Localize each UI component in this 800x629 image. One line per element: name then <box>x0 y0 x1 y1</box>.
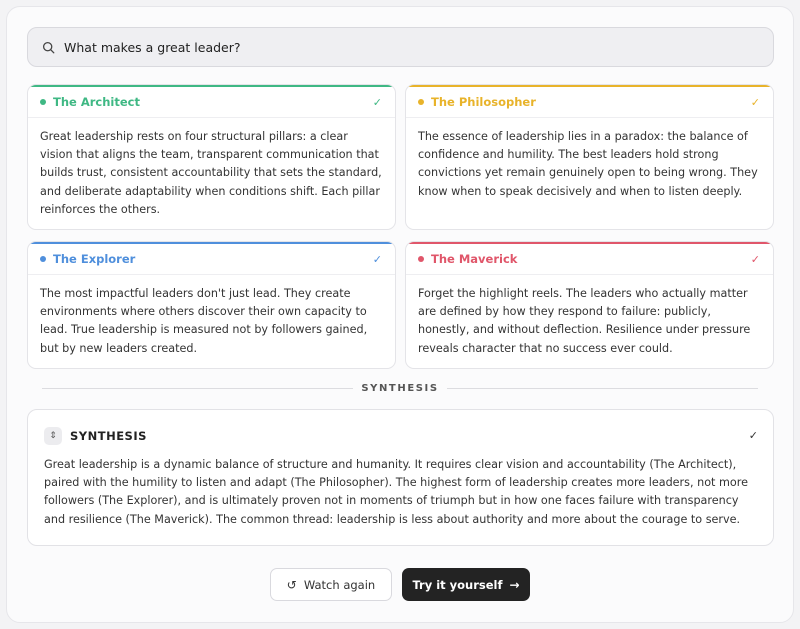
arrow-right-icon: → <box>509 577 520 592</box>
card-body: The essence of leadership lies in a para… <box>418 130 758 198</box>
synthesis-body: Great leadership is a dynamic balance of… <box>44 458 748 526</box>
card-explorer: The Explorer ✓ The most impactful leader… <box>27 241 396 369</box>
card-body: Forget the highlight reels. The leaders … <box>418 287 751 355</box>
status-dot-icon <box>40 256 46 262</box>
card-philosopher: The Philosopher ✓ The essence of leaders… <box>405 84 774 230</box>
card-header: The Explorer ✓ <box>28 244 395 275</box>
card-architect: The Architect ✓ Great leadership rests o… <box>27 84 396 230</box>
merge-icon: ⇕ <box>44 427 62 445</box>
check-icon: ✓ <box>750 253 760 266</box>
status-dot-icon <box>40 99 46 105</box>
card-title: The Philosopher <box>431 95 536 109</box>
try-it-yourself-button[interactable]: Try it yourself → <box>402 568 530 601</box>
status-dot-icon <box>418 99 424 105</box>
card-maverick: The Maverick ✓ Forget the highlight reel… <box>405 241 774 369</box>
check-icon: ✓ <box>372 253 382 266</box>
watch-again-label: Watch again <box>303 577 376 592</box>
search-bar[interactable]: What makes a great leader? <box>27 27 774 67</box>
search-icon <box>42 41 55 53</box>
check-icon: ✓ <box>372 96 382 109</box>
card-body: The most impactful leaders don't just le… <box>40 287 368 355</box>
card-header: The Philosopher ✓ <box>406 87 773 118</box>
watch-again-button[interactable]: ↺ Watch again <box>270 568 392 601</box>
card-title: The Maverick <box>431 252 518 266</box>
card-header: The Architect ✓ <box>28 87 395 118</box>
check-icon: ✓ <box>750 96 760 109</box>
card-header: The Maverick ✓ <box>406 244 773 275</box>
check-icon: ✓ <box>748 429 758 442</box>
divider-label: SYNTHESIS <box>353 380 447 398</box>
synthesis-title: SYNTHESIS <box>70 429 147 443</box>
synthesis-header: ⇕ SYNTHESIS <box>44 427 147 445</box>
synthesis-card: ⇕ SYNTHESIS ✓ Great leadership is a dyna… <box>27 409 774 546</box>
try-it-label: Try it yourself <box>412 577 503 592</box>
replay-icon: ↺ <box>286 577 297 592</box>
card-title: The Explorer <box>53 252 136 266</box>
card-title: The Architect <box>53 95 140 109</box>
card-body: Great leadership rests on four structura… <box>40 130 382 216</box>
search-query: What makes a great leader? <box>64 39 241 55</box>
status-dot-icon <box>418 256 424 262</box>
